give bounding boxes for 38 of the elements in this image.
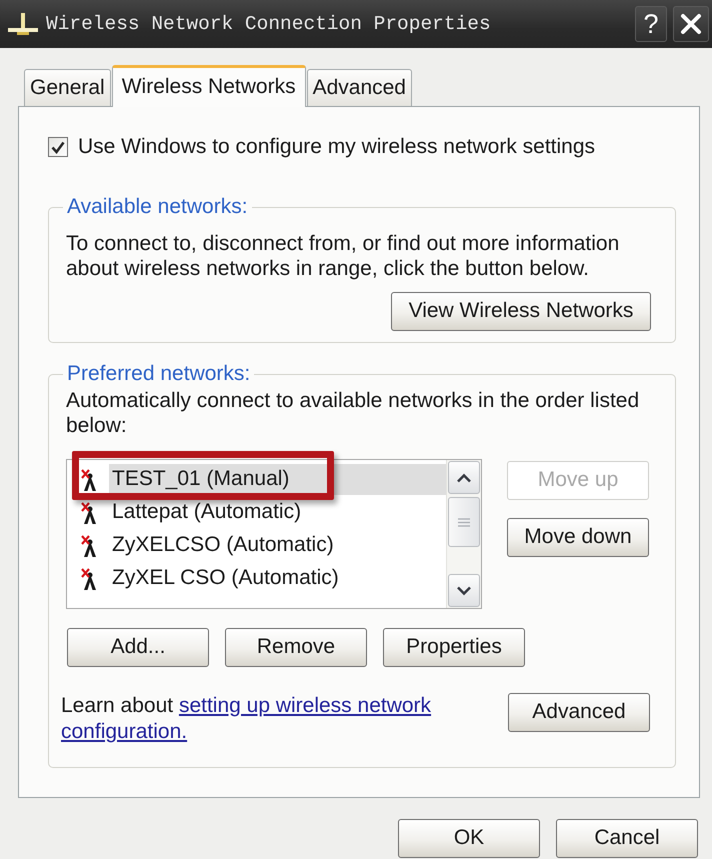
- scrollbar-thumb[interactable]: [448, 497, 480, 547]
- chevron-down-icon: [456, 586, 472, 596]
- tab[interactable]: Advanced: [306, 69, 412, 106]
- view-wireless-networks-button[interactable]: View Wireless Networks: [391, 292, 651, 331]
- cancel-button[interactable]: Cancel: [556, 819, 698, 858]
- help-link[interactable]: configuration.: [61, 720, 188, 743]
- antenna-x-icon: [81, 568, 99, 590]
- tab[interactable]: General: [24, 69, 111, 106]
- ok-button[interactable]: OK: [398, 819, 540, 858]
- remove-button[interactable]: Remove: [225, 628, 367, 667]
- help-button[interactable]: ?: [635, 6, 667, 42]
- network-item[interactable]: ZyXELCSO (Automatic): [109, 530, 446, 561]
- group-description: Automatically connect to available networks in the order listed below:: [66, 388, 640, 438]
- properties-button[interactable]: Properties: [383, 628, 525, 667]
- help-link[interactable]: setting up wireless network: [178, 694, 432, 717]
- scroll-down-button[interactable]: [448, 574, 480, 607]
- checkbox-label[interactable]: Use Windows to configure my wireless network settings: [78, 134, 596, 160]
- close-icon: [680, 13, 702, 35]
- tab[interactable]: Wireless Networks: [112, 65, 306, 107]
- network-item[interactable]: ZyXEL CSO (Automatic): [109, 563, 446, 594]
- check-icon: [51, 140, 65, 154]
- antenna-x-icon: [81, 502, 99, 524]
- network-plug-icon: [8, 13, 38, 35]
- checkbox[interactable]: [48, 137, 68, 157]
- network-item[interactable]: TEST_01 (Manual): [109, 464, 446, 495]
- antenna-x-icon: [81, 468, 99, 490]
- grip-icon: [458, 518, 470, 526]
- close-button[interactable]: [673, 6, 709, 42]
- scroll-up-button[interactable]: [448, 461, 480, 494]
- network-item[interactable]: Lattepat (Automatic): [109, 497, 446, 528]
- antenna-x-icon: [81, 534, 99, 556]
- advanced-button[interactable]: Advanced: [508, 693, 650, 732]
- move-down-button[interactable]: Move down: [507, 518, 649, 557]
- add-button[interactable]: Add...: [67, 628, 209, 667]
- chevron-up-icon: [456, 472, 472, 482]
- group-description: To connect to, disconnect from, or find out more information about wireless networks in range, click the button below.: [66, 231, 620, 281]
- window-title: Wireless Network Connection Properties: [45, 12, 492, 36]
- learn-about-text: Learn about setting up wireless network configuration.: [61, 693, 432, 745]
